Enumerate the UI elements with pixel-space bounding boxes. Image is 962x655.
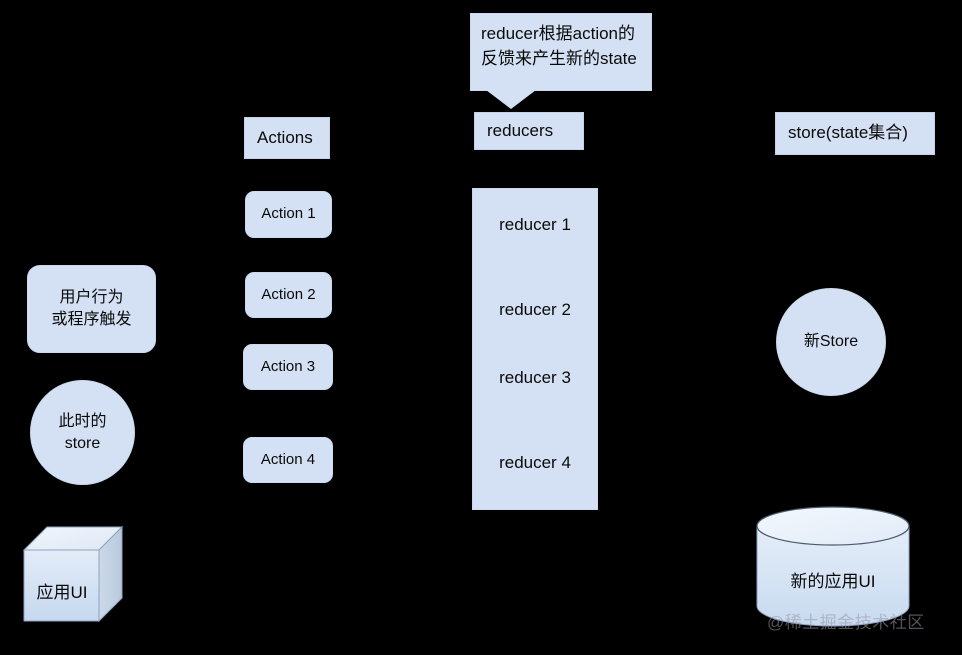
header-reducers-label: reducers [487, 120, 554, 140]
node-user-trigger-label: 用户行为 或程序触发 [51, 289, 132, 328]
header-actions-label: Actions [257, 127, 313, 147]
node-action-4: Action 4 [243, 437, 333, 483]
node-current-store-label: 此时的 store [58, 412, 107, 452]
node-action-2-label: Action 2 [261, 285, 316, 303]
callout-text: reducer根据action的反馈来产生新的state [481, 24, 637, 68]
node-action-1-label: Action 1 [261, 205, 316, 223]
header-reducers: reducers [474, 112, 584, 150]
node-new-store: 新Store [776, 288, 886, 396]
node-reducer-4-label: reducer 4 [499, 453, 571, 472]
callout-reducer-description: reducer根据action的反馈来产生新的state [470, 13, 652, 91]
node-current-store: 此时的 store [30, 380, 135, 485]
node-reducers-panel: reducer 1 reducer 2 reducer 3 reducer 4 [472, 188, 598, 510]
node-reducer-3-label: reducer 3 [499, 368, 571, 387]
node-user-trigger: 用户行为 或程序触发 [27, 265, 156, 353]
callout-tail-icon [486, 90, 536, 109]
node-reducer-1-label: reducer 1 [499, 215, 571, 234]
node-action-3-label: Action 3 [260, 357, 316, 375]
header-store-label: store(state集合) [788, 123, 908, 143]
node-new-app-ui-label: 新的应用UI [790, 572, 876, 591]
header-store: store(state集合) [775, 112, 935, 155]
node-app-ui-label: 应用UI [36, 583, 88, 602]
header-actions: Actions [244, 117, 330, 159]
node-action-4-label: Action 4 [260, 450, 316, 468]
watermark-text: @稀土掘金技术社区 [767, 613, 925, 632]
node-new-store-label: 新Store [803, 333, 859, 351]
diagram-canvas: reducer根据action的反馈来产生新的state Actions red… [0, 0, 962, 655]
node-reducer-2-label: reducer 2 [499, 300, 571, 319]
watermark: @稀土掘金技术社区 [767, 608, 925, 633]
node-action-2: Action 2 [245, 272, 332, 318]
node-action-3: Action 3 [243, 344, 333, 390]
node-action-1: Action 1 [245, 191, 332, 238]
node-app-ui-cube: 应用UI [22, 525, 124, 623]
